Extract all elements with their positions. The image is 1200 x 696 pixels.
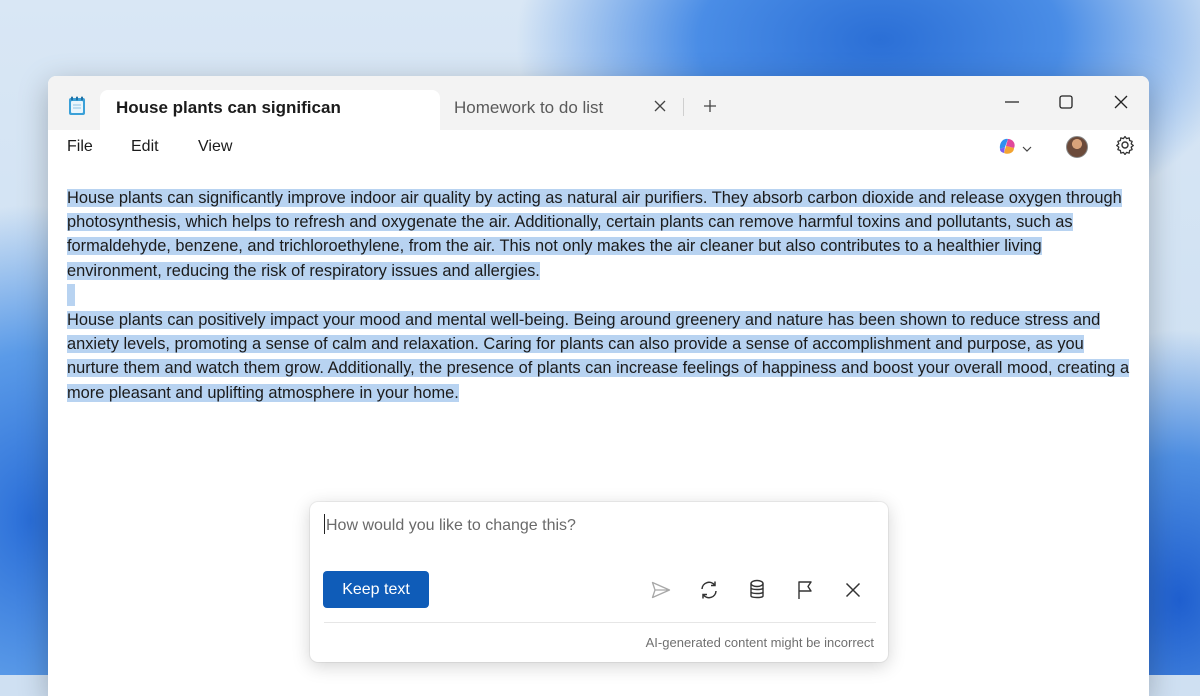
selected-blank-line [67, 284, 75, 306]
maximize-button[interactable] [1043, 84, 1089, 120]
text-cursor [324, 514, 325, 534]
close-window-button[interactable] [1098, 84, 1144, 120]
tab-homework[interactable]: Homework to do list [440, 90, 680, 130]
menu-edit[interactable]: Edit [125, 136, 165, 158]
retry-icon[interactable] [696, 577, 722, 603]
flag-icon[interactable] [792, 577, 818, 603]
copilot-button[interactable] [996, 135, 1040, 161]
copilot-icon [996, 135, 1018, 162]
tab-divider [683, 98, 684, 116]
ai-disclaimer: AI-generated content might be incorrect [645, 635, 874, 650]
text-editor[interactable]: House plants can significantly improve i… [48, 166, 1149, 696]
menu-view[interactable]: View [192, 136, 238, 158]
chevron-down-icon [1022, 139, 1032, 157]
tab-title: Homework to do list [454, 98, 604, 117]
gear-icon [1115, 135, 1135, 160]
selected-text: House plants can positively impact your … [67, 311, 1130, 402]
close-icon[interactable] [840, 577, 866, 603]
notepad-icon [68, 96, 86, 116]
menu-bar: File Edit View [48, 130, 1149, 167]
panel-divider [324, 622, 876, 623]
minimize-button[interactable] [989, 84, 1035, 120]
avatar[interactable] [1066, 136, 1088, 158]
title-bar: House plants can significan Homework to … [48, 76, 1149, 130]
selected-text: House plants can significantly improve i… [67, 189, 1122, 280]
stack-icon[interactable] [744, 577, 770, 603]
tab-close-icon[interactable] [650, 96, 670, 116]
rewrite-panel: Keep text [310, 502, 888, 662]
tab-active-document[interactable]: House plants can significan [100, 90, 440, 130]
notepad-window: House plants can significan Homework to … [48, 76, 1149, 696]
send-icon[interactable] [648, 577, 674, 603]
keep-text-button[interactable]: Keep text [323, 571, 429, 608]
paragraph-2: House plants can positively impact your … [67, 308, 1137, 405]
rewrite-prompt-input[interactable] [324, 512, 868, 540]
paragraph-1: House plants can significantly improve i… [67, 186, 1137, 283]
tab-title: House plants can significan [116, 98, 341, 117]
settings-button[interactable] [1113, 135, 1137, 159]
menu-file[interactable]: File [61, 136, 99, 158]
new-tab-button[interactable] [698, 94, 722, 118]
